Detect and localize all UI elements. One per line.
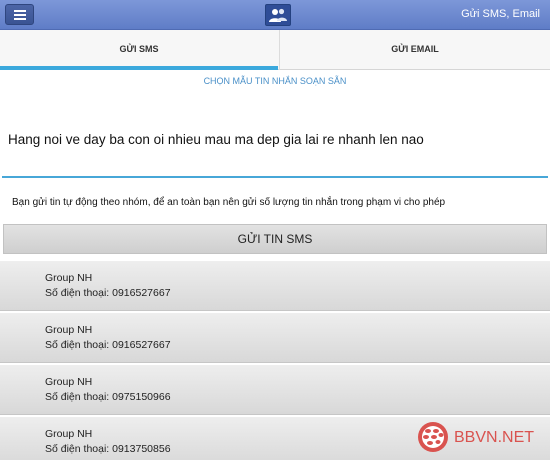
contact-phone: Số điện thoại: 0913750856: [45, 443, 171, 455]
tab-send-email[interactable]: GỬI EMAIL: [279, 30, 550, 70]
list-item[interactable]: Group NH Số điện thoại: 0975150966: [0, 365, 550, 415]
contact-name: Group NH: [45, 376, 93, 388]
contact-name: Group NH: [45, 272, 93, 284]
list-item[interactable]: Group NH Số điện thoại: 0916527667: [0, 261, 550, 311]
contact-phone: Số điện thoại: 0916527667: [45, 339, 171, 351]
watermark: BBVN.NET: [408, 417, 550, 457]
tab-send-sms[interactable]: GỬI SMS: [0, 30, 278, 70]
message-text: Hang noi ve day ba con oi nhieu mau ma d…: [8, 132, 424, 147]
message-input[interactable]: Hang noi ve day ba con oi nhieu mau ma d…: [2, 96, 548, 178]
menu-icon: [14, 10, 26, 20]
menu-button[interactable]: [5, 4, 34, 25]
choose-template-link[interactable]: CHỌN MẪU TIN NHẮN SOẠN SẴN: [0, 76, 550, 86]
tab-bar: GỬI SMS GỬI EMAIL: [0, 30, 550, 70]
screen-title: Gửi SMS, Email: [461, 8, 540, 20]
contact-name: Group NH: [45, 428, 93, 440]
send-sms-button[interactable]: GỬI TIN SMS: [3, 224, 547, 254]
blackberry-logo-icon: [418, 422, 448, 452]
action-bar: Gửi SMS, Email: [0, 0, 550, 30]
notice-text: Bạn gửi tin tự động theo nhóm, để an toà…: [12, 197, 446, 208]
watermark-text: BBVN.NET: [454, 429, 535, 446]
contacts-icon: [265, 4, 291, 26]
contact-phone: Số điện thoại: 0975150966: [45, 391, 171, 403]
list-item[interactable]: Group NH Số điện thoại: 0916527667: [0, 313, 550, 363]
contact-name: Group NH: [45, 324, 93, 336]
contact-phone: Số điện thoại: 0916527667: [45, 287, 171, 299]
